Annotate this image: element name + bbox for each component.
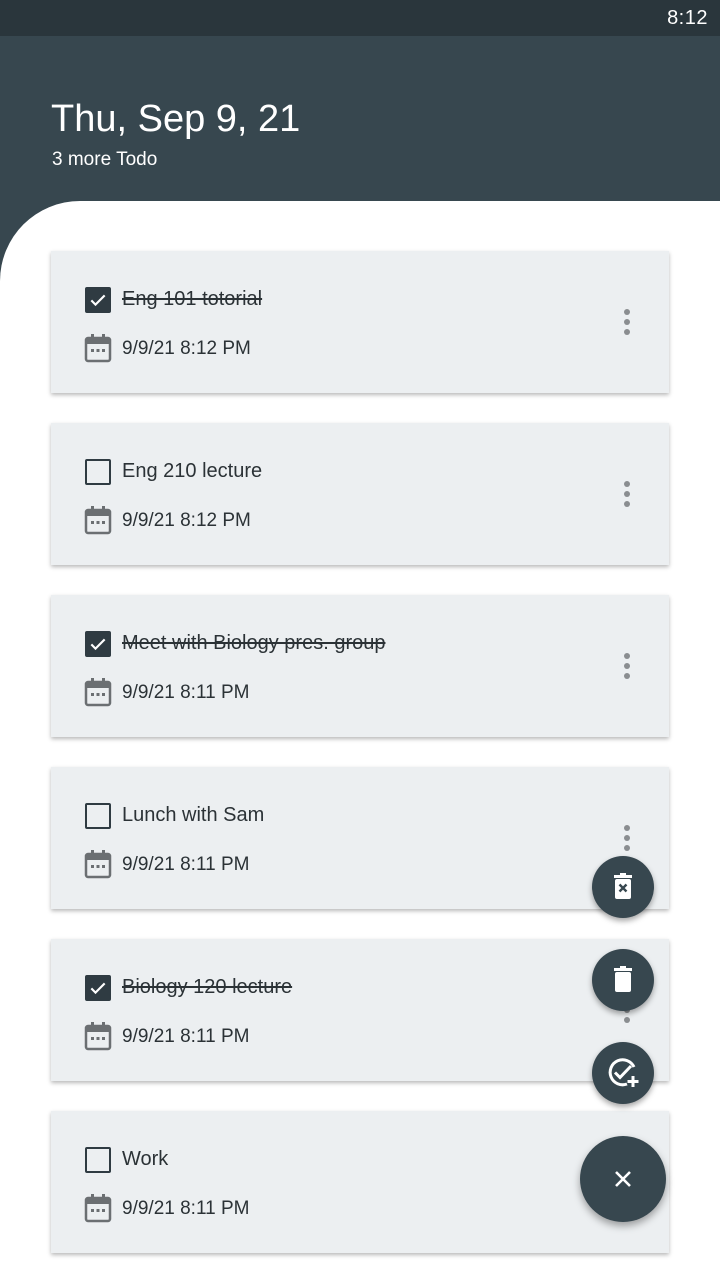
calendar-icon — [84, 334, 112, 363]
calendar-icon — [84, 506, 112, 535]
todo-title: Biology 120 lecture — [122, 976, 293, 998]
checkbox-icon[interactable] — [85, 803, 111, 829]
delete-all-icon — [614, 966, 632, 992]
todo-card[interactable]: Lunch with Sam 9/9/21 8:11 PM — [51, 767, 669, 909]
checkbox-checked-icon[interactable] — [85, 631, 111, 657]
checkbox-icon[interactable] — [85, 459, 111, 485]
add-todo-icon — [608, 1058, 639, 1087]
todo-card[interactable]: Biology 120 lecture 9/9/21 8:11 PM — [51, 939, 669, 1081]
calendar-icon — [84, 850, 112, 879]
todo-title: Meet with Biology pres. group — [122, 632, 386, 654]
checkbox-checked-icon[interactable] — [85, 287, 111, 313]
delete-all-button[interactable] — [592, 949, 654, 1011]
close-menu-button[interactable] — [580, 1136, 666, 1222]
todo-date: 9/9/21 8:12 PM — [122, 510, 251, 531]
delete-checked-icon — [614, 873, 632, 899]
todo-title: Work — [122, 1148, 169, 1170]
todo-card[interactable]: Eng 210 lecture 9/9/21 8:12 PM — [51, 423, 669, 565]
add-todo-button[interactable] — [592, 1042, 654, 1104]
status-time: 8:12 — [667, 7, 708, 29]
todo-date: 9/9/21 8:12 PM — [122, 338, 251, 359]
todo-title: Eng 210 lecture — [122, 460, 263, 482]
page-title: Thu, Sep 9, 21 — [51, 98, 301, 140]
todo-list: Eng 101 totorial 9/9/21 8:12 PM Eng 210 … — [51, 251, 669, 1283]
checkbox-icon[interactable] — [85, 1147, 111, 1173]
status-bar: 8:12 — [0, 0, 720, 36]
more-vert-icon[interactable] — [617, 651, 637, 681]
checkbox-checked-icon[interactable] — [85, 975, 111, 1001]
more-vert-icon[interactable] — [617, 307, 637, 337]
todo-count-subtitle: 3 more Todo — [52, 149, 158, 170]
close-icon — [615, 1171, 631, 1187]
todo-card[interactable]: Work 9/9/21 8:11 PM — [51, 1111, 669, 1253]
todo-title: Eng 101 totorial — [122, 288, 263, 310]
calendar-icon — [84, 678, 112, 707]
calendar-icon — [84, 1194, 112, 1223]
delete-checked-button[interactable] — [592, 856, 654, 918]
todo-date: 9/9/21 8:11 PM — [122, 682, 250, 703]
calendar-icon — [84, 1022, 112, 1051]
more-vert-icon[interactable] — [617, 823, 637, 853]
todo-date: 9/9/21 8:11 PM — [122, 1198, 250, 1219]
todo-date: 9/9/21 8:11 PM — [122, 854, 250, 875]
todo-card[interactable]: Eng 101 totorial 9/9/21 8:12 PM — [51, 251, 669, 393]
todo-title: Lunch with Sam — [122, 804, 265, 826]
todo-card[interactable]: Meet with Biology pres. group 9/9/21 8:1… — [51, 595, 669, 737]
more-vert-icon[interactable] — [617, 479, 637, 509]
todo-date: 9/9/21 8:11 PM — [122, 1026, 250, 1047]
